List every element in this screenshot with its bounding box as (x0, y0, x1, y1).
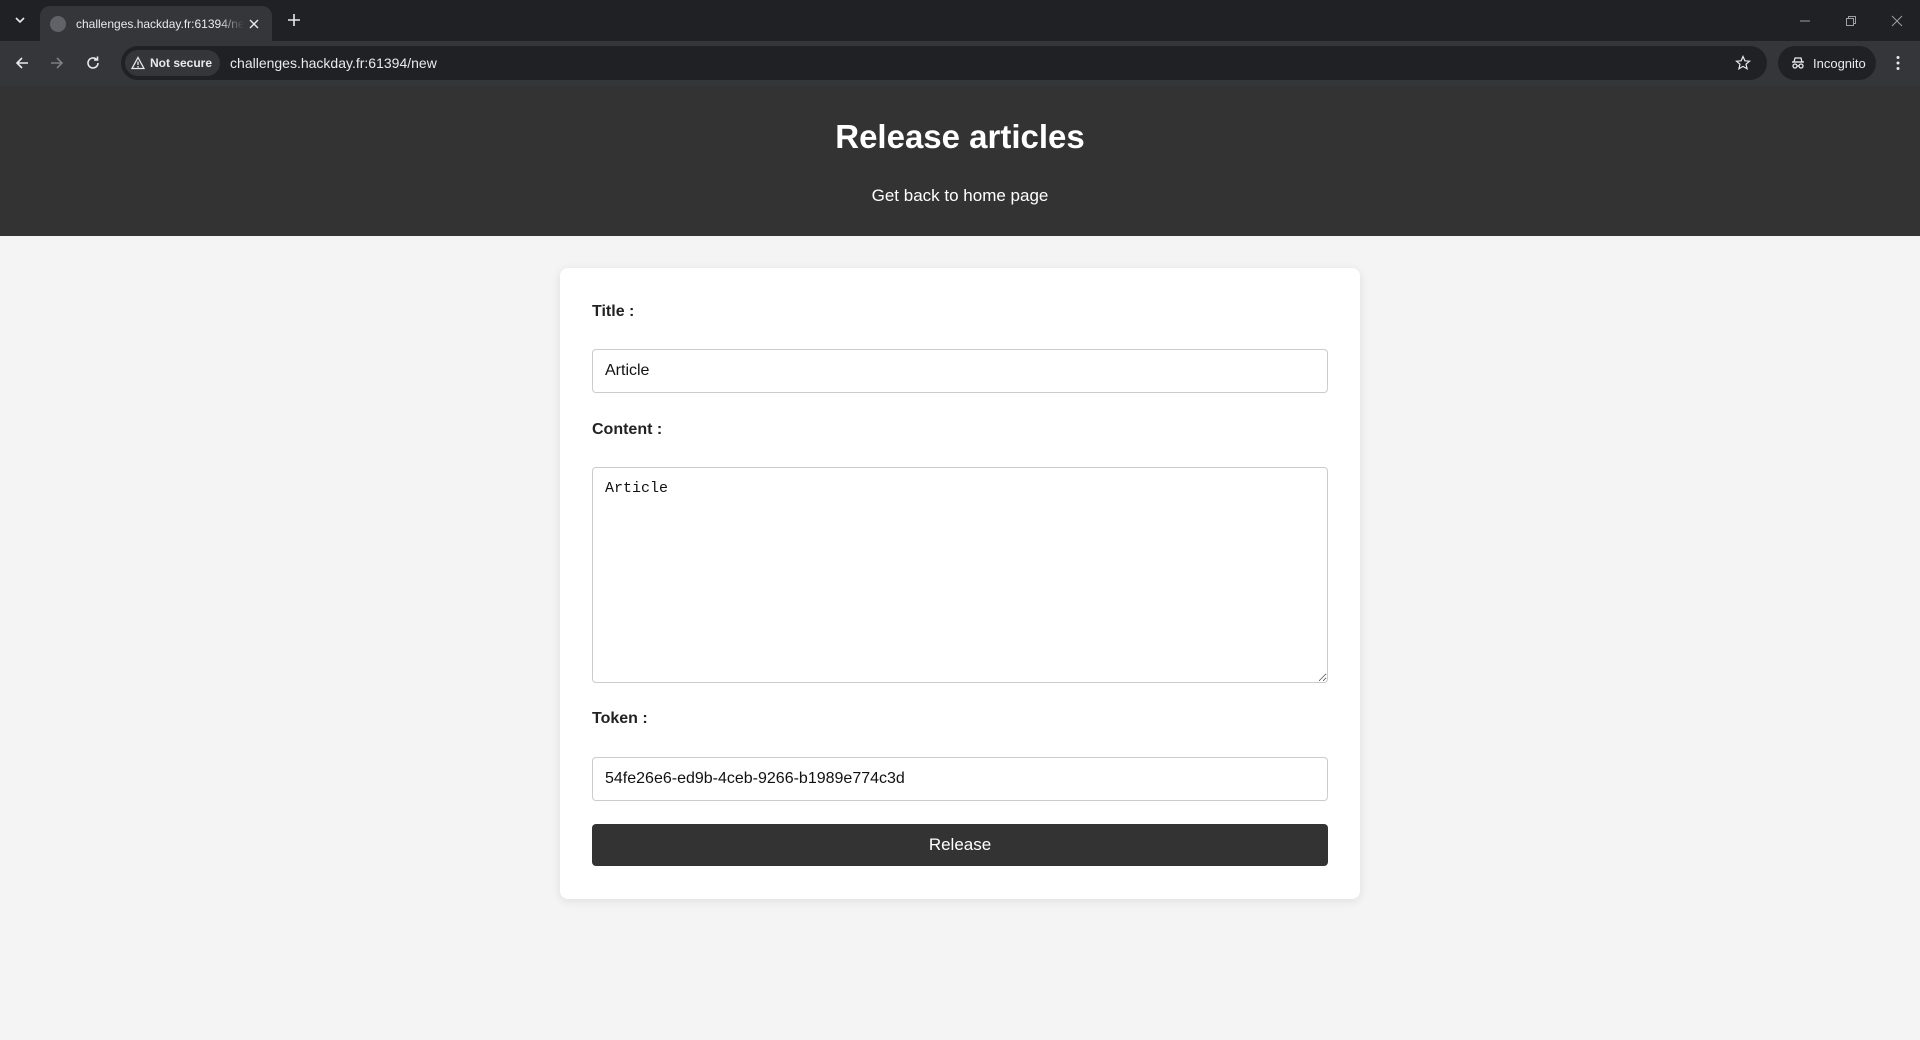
browser-toolbar: Not secure challenges.hackday.fr:61394/n… (0, 41, 1920, 86)
token-input[interactable] (592, 757, 1328, 801)
close-icon (249, 19, 259, 28)
window-controls (1782, 0, 1920, 41)
page-title: Release articles (835, 118, 1085, 155)
page-header: Release articles Get back to home page (0, 86, 1920, 236)
browser-menu-button[interactable] (1886, 49, 1910, 77)
content-textarea[interactable]: Article (592, 467, 1328, 683)
minimize-icon (1800, 20, 1810, 21)
arrow-right-icon (51, 57, 64, 69)
address-bar[interactable]: Not secure challenges.hackday.fr:61394/n… (121, 46, 1767, 80)
tab-close-button[interactable] (246, 16, 262, 32)
close-icon (1891, 15, 1903, 26)
chevron-down-icon (15, 17, 25, 24)
home-link[interactable]: Get back to home page (872, 186, 1049, 206)
tab-search-button[interactable] (8, 8, 32, 32)
new-tab-button[interactable] (282, 8, 306, 32)
token-label: Token : (592, 710, 648, 727)
globe-icon (50, 15, 66, 32)
restore-icon (1846, 15, 1856, 26)
release-form: Title : Content : Article Token : Releas… (560, 268, 1360, 899)
security-label: Not secure (150, 56, 213, 70)
incognito-icon (1792, 57, 1804, 69)
back-button[interactable] (8, 49, 36, 77)
forward-button[interactable] (43, 49, 71, 77)
incognito-indicator[interactable]: Incognito (1778, 46, 1876, 80)
title-label: Title : (592, 303, 635, 320)
close-window-button[interactable] (1874, 0, 1920, 41)
title-input[interactable] (592, 349, 1328, 393)
release-button[interactable]: Release (592, 824, 1328, 866)
tab-title: challenges.hackday.fr:61394/new (76, 16, 244, 31)
bookmark-button[interactable] (1733, 53, 1753, 73)
warning-icon (131, 56, 145, 70)
restore-button[interactable] (1828, 0, 1874, 41)
minimize-button[interactable] (1782, 0, 1828, 41)
incognito-label: Incognito (1813, 55, 1866, 71)
tab-active[interactable]: challenges.hackday.fr:61394/new (40, 6, 272, 41)
plus-icon (288, 14, 300, 26)
security-indicator[interactable]: Not secure (125, 50, 221, 76)
tab-strip: challenges.hackday.fr:61394/new (0, 0, 1920, 41)
reload-icon (87, 56, 99, 69)
url-text: challenges.hackday.fr:61394/new (230, 55, 437, 71)
reload-button[interactable] (79, 49, 107, 77)
arrow-left-icon (15, 57, 28, 69)
content-label: Content : (592, 421, 663, 438)
star-icon (1735, 55, 1751, 71)
more-vertical-icon (1896, 56, 1900, 70)
